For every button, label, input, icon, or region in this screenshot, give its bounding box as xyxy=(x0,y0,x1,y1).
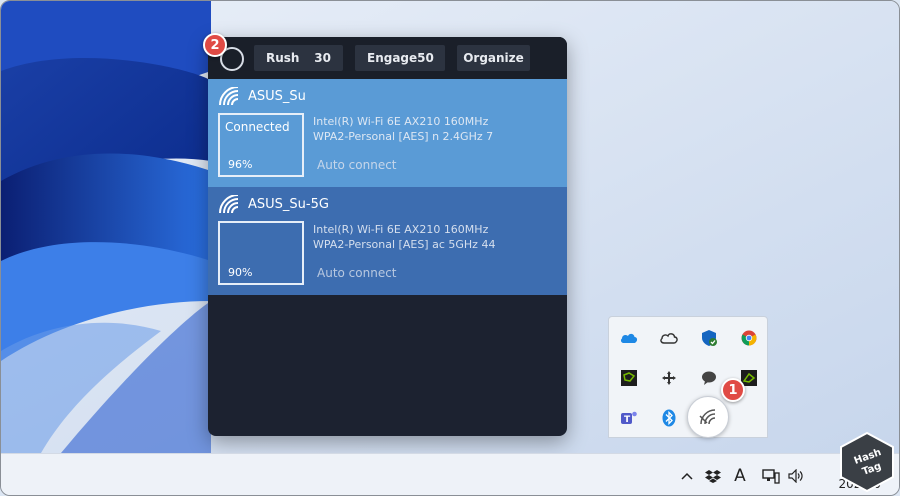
signal-box: 90% xyxy=(218,221,304,285)
engage-button[interactable]: Engage 50 xyxy=(355,45,445,71)
rush-label: Rush xyxy=(266,51,300,65)
chrome-icon[interactable] xyxy=(739,328,759,348)
rush-value: 30 xyxy=(314,51,331,65)
windows-security-icon[interactable] xyxy=(699,328,719,348)
desktop: Rush 30 Engage 50 Organize ASUS_Su Conne… xyxy=(0,0,900,496)
signal-box: Connected 96% xyxy=(218,113,304,177)
teams-icon[interactable]: T xyxy=(619,408,639,428)
wifi-signal-icon xyxy=(219,87,239,106)
taskbar: A 오전 2022-0 xyxy=(1,453,899,495)
signal-percent: 96% xyxy=(228,158,253,171)
signal-percent: 90% xyxy=(228,266,253,279)
network-details: Intel(R) Wi-Fi 6E AX210 160MHz WPA2-Pers… xyxy=(313,114,493,144)
bluetooth-icon[interactable] xyxy=(659,408,679,428)
svg-text:T: T xyxy=(624,415,631,425)
chat-bubble-icon[interactable] xyxy=(699,368,719,388)
nvidia-icon[interactable] xyxy=(619,368,639,388)
organize-button[interactable]: Organize xyxy=(457,45,530,71)
dropbox-icon[interactable] xyxy=(703,466,723,486)
move-icon[interactable] xyxy=(659,368,679,388)
flyout-toolbar: Rush 30 Engage 50 Organize xyxy=(208,37,567,79)
network-item[interactable]: ASUS_Su-5G 90% Intel(R) Wi-Fi 6E AX210 1… xyxy=(208,187,567,295)
adapter-text: Intel(R) Wi-Fi 6E AX210 160MHz xyxy=(313,223,489,236)
step-badge-2: 2 xyxy=(203,33,227,57)
rush-button[interactable]: Rush 30 xyxy=(254,45,343,71)
engage-label: Engage xyxy=(367,51,418,65)
volume-icon[interactable] xyxy=(787,466,805,486)
network-details: Intel(R) Wi-Fi 6E AX210 160MHz WPA2-Pers… xyxy=(313,222,495,252)
network-ssid: ASUS_Su xyxy=(248,89,306,104)
adapter-text: Intel(R) Wi-Fi 6E AX210 160MHz xyxy=(313,115,489,128)
connection-status: Connected xyxy=(225,120,290,134)
security-text: WPA2-Personal [AES] n 2.4GHz 7 xyxy=(313,130,494,143)
network-ssid: ASUS_Su-5G xyxy=(248,197,329,212)
network-monitor-icon[interactable] xyxy=(761,466,781,486)
engage-value: 50 xyxy=(417,51,434,65)
show-hidden-icons-chevron-icon[interactable] xyxy=(679,466,695,486)
wifi-flyout: Rush 30 Engage 50 Organize ASUS_Su Conne… xyxy=(208,37,567,436)
auto-connect-toggle[interactable]: Auto connect xyxy=(317,266,397,280)
hashtag-watermark-logo: Hash Tag xyxy=(839,431,895,493)
network-item[interactable]: ASUS_Su Connected 96% Intel(R) Wi-Fi 6E … xyxy=(208,79,567,187)
security-text: WPA2-Personal [AES] ac 5GHz 44 xyxy=(313,238,496,251)
onedrive-blue-icon[interactable] xyxy=(619,328,639,348)
auto-connect-toggle[interactable]: Auto connect xyxy=(317,158,397,172)
ime-indicator[interactable]: A xyxy=(731,466,749,486)
step-badge-1: 1 xyxy=(721,378,745,402)
organize-label: Organize xyxy=(463,51,524,65)
onedrive-cloud-icon[interactable] xyxy=(659,328,679,348)
wifi-signal-icon xyxy=(219,195,239,214)
wifi-app-icon[interactable] xyxy=(687,396,729,438)
